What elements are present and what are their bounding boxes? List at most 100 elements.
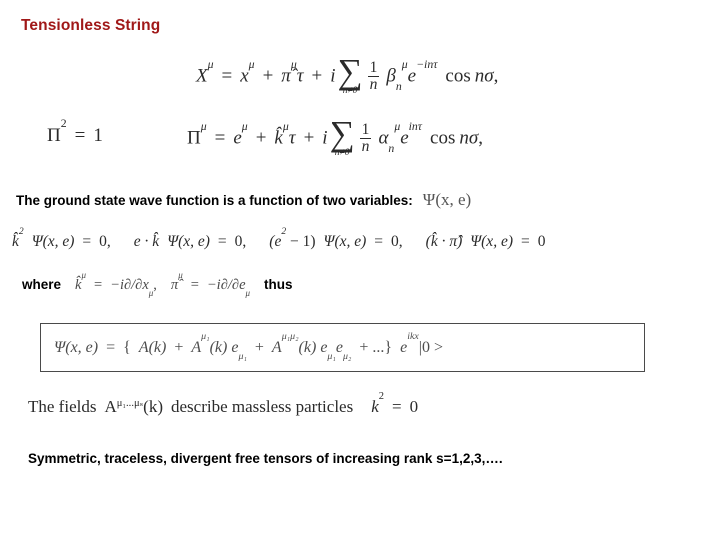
eq-X-plus2: + bbox=[311, 65, 323, 87]
boxed-vacuum-ket: |0 > bbox=[418, 338, 443, 356]
fields-symbol-arg: (k) bbox=[143, 397, 163, 416]
boxed-term-tensor-sup: μ₁μ₂ bbox=[281, 331, 299, 343]
constraint-equation-4: (k̂ · π̂) Ψ(x, e) = 0 bbox=[426, 234, 546, 250]
eq-X-coeff-sup: μ bbox=[401, 57, 408, 71]
def-pi-lhs-sup: μ bbox=[178, 269, 183, 280]
boxed-close-brace: } bbox=[384, 338, 393, 356]
def-k-rhs: −i∂/∂x bbox=[110, 277, 149, 293]
constraint-equation-3: (e2 − 1) Ψ(x, e) = 0, bbox=[269, 227, 403, 250]
operator-definition-pi: π̂μ= −i∂/∂eμ bbox=[171, 270, 250, 297]
eq-Pi-coefficient: α bbox=[378, 127, 389, 149]
boxed-term-tensor-field: A bbox=[271, 338, 282, 356]
eq-Pi-term2-sup: μ bbox=[282, 119, 289, 133]
operator-definition-k: k̂μ= −i∂/∂xμ, bbox=[75, 270, 157, 297]
fields-description-text: describe massless particles bbox=[170, 397, 354, 416]
def-k-rhs-sub: μ bbox=[148, 287, 154, 298]
eq-Pi-lhs-sup: μ bbox=[200, 119, 207, 133]
eq-Pi-trig: cos bbox=[430, 127, 456, 149]
eq-X-imaginary-unit: i bbox=[330, 65, 336, 87]
eq-X-plus1: + bbox=[262, 65, 274, 87]
fields-symbol-sup: μ₁...μₛ bbox=[116, 397, 144, 409]
eq-X-frac-den: n bbox=[367, 76, 380, 94]
eq-Pi-imaginary-unit: i bbox=[322, 127, 328, 149]
boxed-equation-content: Ψ(x, e) ={A(k) + Aμ₁(k) eμ₁+ Aμ₁μ₂(k) eμ₁eμ₂+.… bbox=[54, 332, 443, 361]
constraint-4-operator: (k̂ · π̂) bbox=[425, 233, 463, 250]
mass-shell-condition: k2 = 0 bbox=[371, 391, 419, 416]
boxed-term-tensor-e2-sub: μ₂ bbox=[342, 350, 352, 362]
boxed-ellipsis: ... bbox=[372, 338, 385, 356]
equation-pi-squared: Π2 = 1 bbox=[47, 117, 103, 146]
constraint-3-operator-sup: 2 bbox=[281, 226, 287, 238]
mass-shell-sup: 2 bbox=[378, 391, 385, 403]
boxed-term-vector-sup: μ₁ bbox=[201, 331, 210, 343]
constraint-1-value: 0 bbox=[99, 233, 107, 250]
eq-X-term1-sup: μ bbox=[248, 57, 255, 71]
boxed-open-brace: { bbox=[123, 338, 131, 356]
eq-X-coeff-sub: n bbox=[395, 80, 402, 94]
def-pi-equals: = bbox=[190, 277, 199, 293]
constraint-1-trailing: , bbox=[106, 233, 111, 250]
sum-sigma-icon: ∑ bbox=[329, 114, 355, 153]
constraint-2-trailing: , bbox=[242, 233, 247, 250]
eq-X-fraction: 1n bbox=[367, 60, 380, 94]
mass-shell-rhs: 0 bbox=[409, 397, 419, 416]
constraint-3-operator: (e bbox=[269, 233, 282, 250]
ground-state-wave-function: Ψ(x, e) bbox=[422, 190, 472, 209]
boxed-term-scalar: A(k) bbox=[138, 338, 167, 356]
eq-Pi-term2-var: τ bbox=[288, 127, 296, 149]
boxed-term-vector-e-sub: μ₁ bbox=[238, 350, 247, 362]
fields-prefix: The fields bbox=[28, 397, 97, 416]
constraint-3-trailing: , bbox=[398, 233, 403, 250]
eq-X-exp-power: −inτ bbox=[416, 57, 438, 71]
def-k-trailing: , bbox=[153, 277, 157, 293]
slide-canvas: Tensionless String Xμ= xμ+ π̂μτ + i ∑ n≠0 1 n βnμ… bbox=[0, 0, 720, 540]
eq-Pi-plus2: + bbox=[303, 127, 315, 149]
def-pi-rhs-sub: μ bbox=[245, 287, 251, 298]
eq-pisq-equals: = bbox=[74, 125, 86, 146]
eq-pisq-rhs: 1 bbox=[93, 125, 103, 146]
constraint-3-equals: = bbox=[374, 233, 384, 250]
def-k-equals: = bbox=[93, 277, 103, 293]
eq-X-term2-var: τ bbox=[296, 65, 304, 87]
eq-X-summation: ∑ n≠0 bbox=[338, 54, 363, 97]
where-definitions-line: where k̂μ= −i∂/∂xμ, π̂μ= −i∂/∂eμ thus bbox=[22, 270, 293, 297]
thus-label: thus bbox=[264, 277, 293, 292]
bottom-summary-text: Symmetric, traceless, divergent free ten… bbox=[28, 451, 503, 466]
constraint-equation-1: k̂2 Ψ(x, e) = 0, bbox=[12, 227, 111, 250]
eq-Pi-term1-sup: μ bbox=[241, 119, 248, 133]
eq-X-term2-sup: μ bbox=[290, 57, 297, 71]
page-title: Tensionless String bbox=[21, 17, 161, 34]
eq-Pi-equals: = bbox=[214, 127, 226, 149]
constraint-equation-2: e · k̂ Ψ(x, e) = 0, bbox=[134, 234, 247, 250]
eq-Pi-exp-power: inτ bbox=[408, 119, 423, 133]
equation-mode-expansion-X: Xμ= xμ+ π̂μτ + i ∑ n≠0 1 n βnμe−inτcos nσ, bbox=[196, 54, 498, 97]
eq-Pi-summation: ∑ n≠0 bbox=[329, 114, 355, 159]
constraint-1-operator-sup: 2 bbox=[18, 226, 24, 238]
eq-Pi-trig-arg: nσ bbox=[459, 127, 479, 149]
boxed-term-tensor-e2: e bbox=[335, 338, 343, 356]
constraint-2-operator: e · k̂ bbox=[133, 233, 160, 250]
constraint-4-psi: Ψ(x, e) bbox=[470, 233, 513, 250]
constraint-1-operator: k̂ bbox=[12, 233, 19, 250]
constraint-4-value: 0 bbox=[537, 233, 546, 250]
boxed-term-tensor-arg: (k) bbox=[298, 338, 317, 356]
eq-X-exp-base: e bbox=[407, 65, 417, 87]
fields-description-line: The fields Aμ₁...μₛ (k) describe massless p… bbox=[28, 391, 419, 416]
equation-mode-expansion-Pi: Πμ= eμ+ k̂μτ + i ∑ n≠0 1 n αnμeinτcos nσ, bbox=[187, 114, 483, 159]
def-k-lhs-sup: μ bbox=[81, 269, 86, 280]
constraint-equations-row: k̂2Ψ(x, e) = 0, e · k̂ Ψ(x, e) = 0, (e2 − 1) Ψ… bbox=[12, 227, 546, 250]
constraint-3-value: 0 bbox=[391, 233, 399, 250]
boxed-plus-3: + bbox=[359, 338, 369, 356]
eq-Pi-lhs: Π bbox=[187, 127, 201, 149]
eq-Pi-plus1: + bbox=[255, 127, 267, 149]
boxed-term-vector-arg: (k) bbox=[209, 338, 228, 356]
boxed-plane-wave-sup: ikx bbox=[407, 331, 419, 343]
eq-Pi-exp-base: e bbox=[400, 127, 409, 149]
where-label: where bbox=[22, 277, 62, 292]
eq-X-lhs-sup: μ bbox=[207, 57, 214, 71]
eq-X-lhs: X bbox=[196, 65, 208, 87]
eq-X-equals: = bbox=[221, 65, 233, 87]
eq-X-term1: x bbox=[240, 65, 249, 87]
boxed-plus-1: + bbox=[174, 338, 184, 356]
eq-Pi-term1: e bbox=[233, 127, 242, 149]
